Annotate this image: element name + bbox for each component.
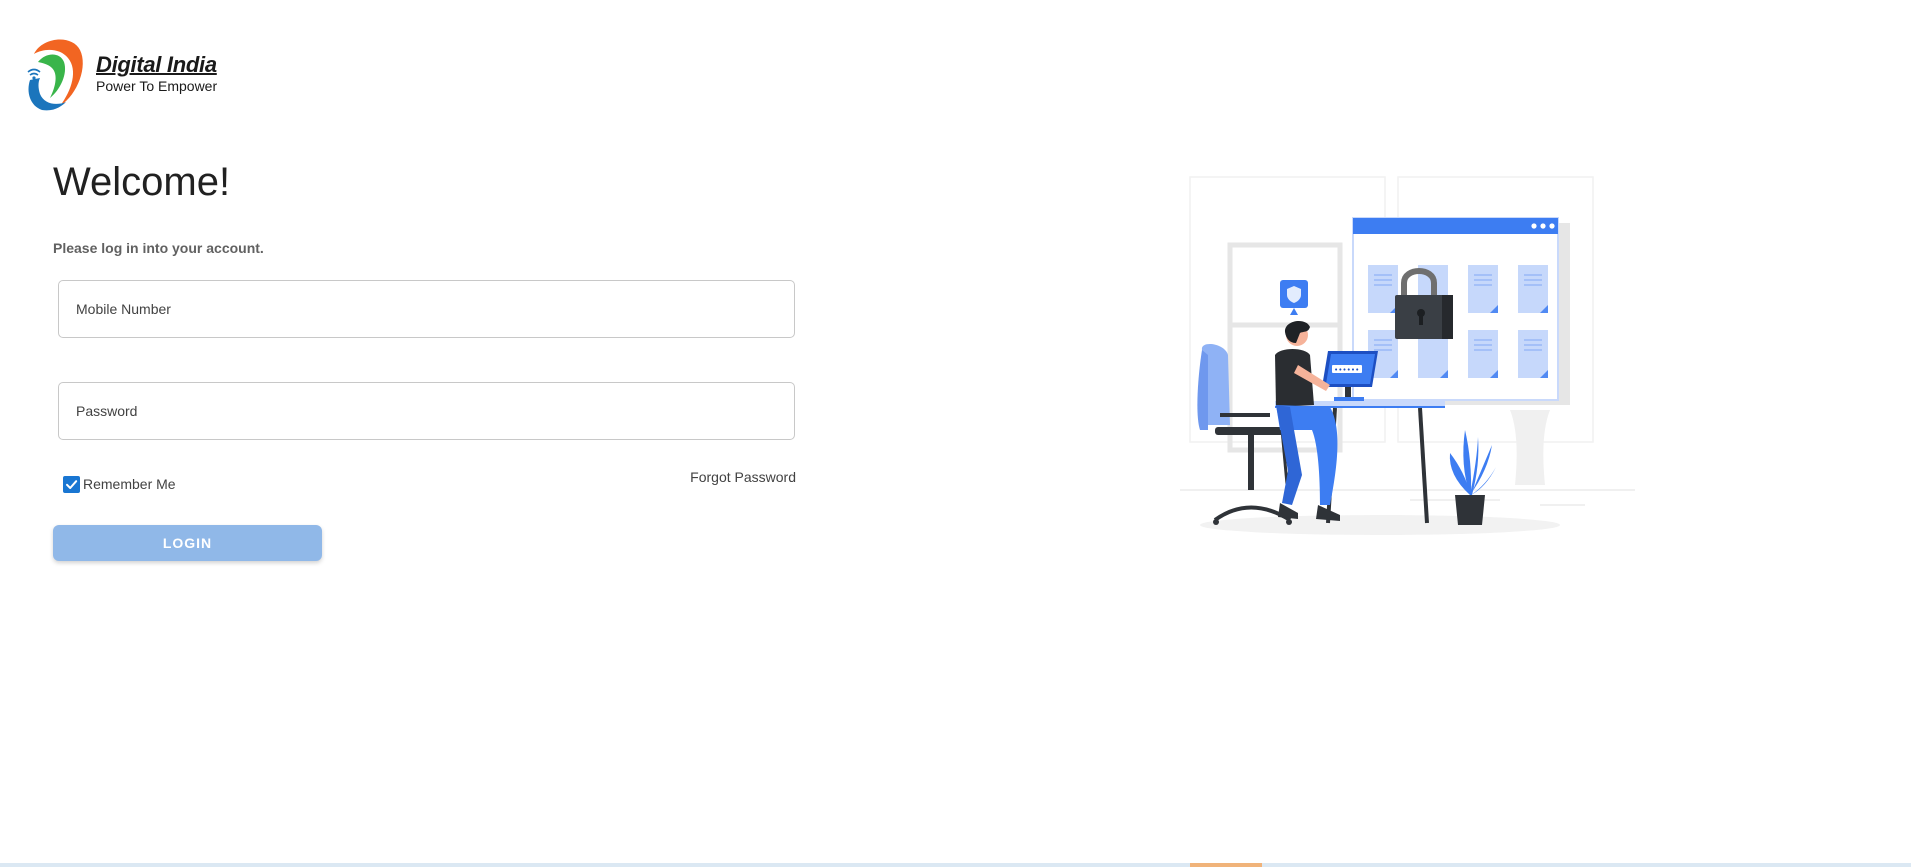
login-button[interactable]: LOGIN xyxy=(53,525,322,561)
mobile-number-input[interactable] xyxy=(59,281,794,337)
login-subtitle: Please log in into your account. xyxy=(53,240,264,256)
password-mask-text: •••••• xyxy=(1334,366,1359,374)
forgot-password-link[interactable]: Forgot Password xyxy=(690,469,796,485)
password-field xyxy=(58,382,795,440)
remember-me-checkbox[interactable] xyxy=(63,475,80,493)
remember-me-label[interactable]: Remember Me xyxy=(83,476,176,492)
mobile-number-field xyxy=(58,280,795,338)
page-title: Welcome! xyxy=(53,160,231,204)
password-input[interactable] xyxy=(59,383,794,439)
secure-login-illustration: •••••• xyxy=(1180,175,1640,540)
check-icon xyxy=(66,479,78,489)
digital-india-emblem-icon xyxy=(27,39,83,111)
digital-india-logo: Digital India Power To Empower xyxy=(20,32,230,112)
person-at-desk-illustration-icon: •••••• xyxy=(1180,176,1635,535)
remember-me-row: Remember Me xyxy=(63,474,176,494)
brand-tagline: Power To Empower xyxy=(96,78,218,94)
login-page: Digital India Power To Empower Welcome! … xyxy=(0,0,1911,867)
bottom-strip-accent xyxy=(1190,863,1262,867)
brand-title: Digital India xyxy=(96,52,217,77)
bottom-progress-strip xyxy=(0,863,1911,867)
